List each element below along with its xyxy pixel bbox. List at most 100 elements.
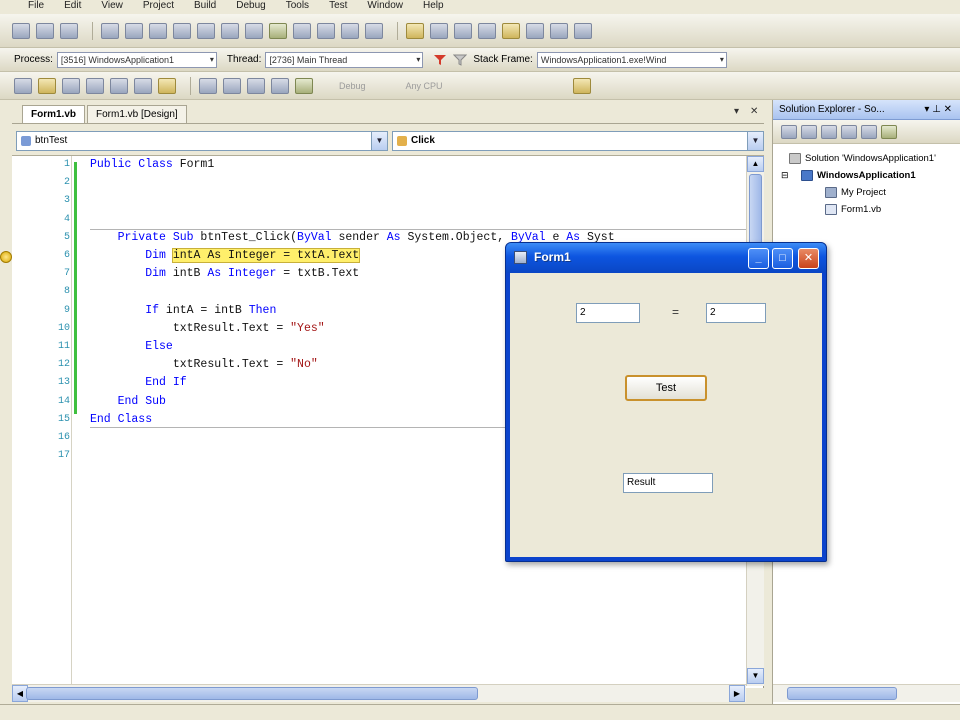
size-icon[interactable] [341, 22, 359, 39]
start-debugging-icon[interactable] [295, 77, 313, 94]
nav-forward-icon[interactable] [271, 77, 289, 94]
indent-icon[interactable] [101, 22, 119, 39]
tree-item-project[interactable]: ⊟ WindowsApplication1 [773, 167, 960, 184]
editor-horizontal-scrollbar[interactable]: ◀ ▶ [12, 684, 746, 702]
code-line[interactable]: 1 Public Class Form1 [12, 156, 752, 174]
process-dropdown[interactable]: [3516] WindowsApplication1 ▾ [56, 51, 217, 68]
menu-file[interactable]: File [18, 0, 54, 14]
step-icon[interactable] [60, 22, 78, 39]
paste-icon[interactable] [158, 77, 176, 94]
code-token: txtResult.Text = [90, 321, 291, 335]
step-over-icon[interactable] [454, 22, 472, 39]
undo-icon[interactable] [199, 77, 217, 94]
thread-dropdown[interactable]: [2736] Main Thread ▾ [265, 51, 424, 68]
save-all-icon[interactable] [86, 77, 104, 94]
bookmark-icon[interactable] [197, 22, 215, 39]
view-code-icon[interactable] [841, 124, 857, 139]
properties-icon[interactable] [781, 124, 797, 139]
tab-list-icon[interactable]: ▾ [734, 106, 739, 117]
tree-item-label: Solution 'WindowsApplication1' [805, 153, 936, 164]
result-field[interactable]: Result [623, 473, 713, 493]
pin-icon[interactable]: ▾ ⊥ ✕ [924, 100, 952, 119]
solution-config-dropdown[interactable]: Debug [339, 81, 366, 91]
redo-icon[interactable] [223, 77, 241, 94]
step-into-icon[interactable] [430, 22, 448, 39]
comment-icon[interactable] [149, 22, 167, 39]
tab-form1-vb[interactable]: Form1.vb [22, 105, 86, 123]
order-icon[interactable] [365, 22, 383, 39]
class-diagram-icon[interactable] [881, 124, 897, 139]
tree-item-solution[interactable]: Solution 'WindowsApplication1' [773, 150, 960, 167]
minimize-icon[interactable]: _ [748, 248, 769, 269]
keyword-token: End Sub [90, 394, 166, 408]
scroll-up-icon[interactable]: ▲ [747, 156, 764, 172]
form1-title-bar[interactable]: Form1 _ □ ✕ [506, 243, 826, 273]
member-navigation-bar: btnTest ▼ Click ▼ [12, 126, 764, 156]
continue-icon[interactable] [406, 22, 424, 39]
refresh-icon[interactable] [821, 124, 837, 139]
filter-icon[interactable] [433, 54, 447, 66]
step-out-icon[interactable] [478, 22, 496, 39]
scroll-right-icon[interactable]: ▶ [729, 685, 745, 702]
txtB-input[interactable]: 2 [706, 303, 766, 323]
test-button[interactable]: Test [625, 375, 707, 401]
menu-project[interactable]: Project [133, 0, 184, 14]
current-statement-highlight: intA As Integer = txtA.Text [171, 248, 361, 263]
solution-explorer-scrollbar[interactable] [773, 684, 960, 702]
view-designer-icon[interactable] [861, 124, 877, 139]
panel-title: Solution Explorer - So... [779, 104, 885, 115]
outdent-icon[interactable] [125, 22, 143, 39]
save-icon[interactable] [62, 77, 80, 94]
copy-icon[interactable] [134, 77, 152, 94]
line-number: 14 [57, 395, 70, 407]
menu-view[interactable]: View [91, 0, 133, 14]
code-line[interactable]: 2 [12, 174, 752, 192]
menu-test[interactable]: Test [319, 0, 357, 14]
hex-icon[interactable] [526, 22, 544, 39]
menu-debug[interactable]: Debug [226, 0, 275, 14]
uncomment-icon[interactable] [173, 22, 191, 39]
menu-help[interactable]: Help [413, 0, 454, 14]
menu-edit[interactable]: Edit [54, 0, 91, 14]
nav-back-icon[interactable] [247, 77, 265, 94]
align-icon[interactable] [317, 22, 335, 39]
new-project-icon[interactable] [12, 22, 30, 39]
scroll-thumb[interactable] [787, 687, 897, 700]
prev-bookmark-icon[interactable] [221, 22, 239, 39]
tree-item-my-project[interactable]: My Project [773, 184, 960, 201]
show-all-files-icon[interactable] [801, 124, 817, 139]
format-icon[interactable] [269, 22, 287, 39]
indicator-margin[interactable] [0, 156, 12, 688]
tab-form1-design[interactable]: Form1.vb [Design] [87, 105, 187, 123]
menu-window[interactable]: Window [357, 0, 413, 14]
stack-frame-dropdown[interactable]: WindowsApplication1.exe!Wind ▾ [536, 51, 727, 68]
tree-item-label: WindowsApplication1 [817, 170, 916, 181]
layout-icon[interactable] [293, 22, 311, 39]
cut-icon[interactable] [110, 77, 128, 94]
code-line[interactable]: 4 [12, 211, 752, 229]
method-name-dropdown[interactable]: Click ▼ [392, 131, 764, 151]
find-in-files-icon[interactable] [572, 77, 591, 94]
open-icon[interactable] [38, 77, 56, 94]
windows-icon[interactable] [574, 22, 592, 39]
code-line[interactable]: 3 [12, 192, 752, 210]
breakpoints-icon[interactable] [502, 22, 520, 39]
scroll-thumb[interactable] [26, 687, 478, 700]
scroll-down-icon[interactable]: ▼ [747, 668, 764, 684]
close-icon[interactable]: ✕ [798, 248, 819, 269]
watch-icon[interactable] [550, 22, 568, 39]
txtA-input[interactable]: 2 [576, 303, 640, 323]
maximize-icon[interactable]: □ [772, 248, 793, 269]
close-icon[interactable]: ✕ [750, 106, 758, 117]
menu-tools[interactable]: Tools [276, 0, 319, 14]
menu-build[interactable]: Build [184, 0, 226, 14]
class-name-dropdown[interactable]: btnTest ▼ [16, 131, 388, 151]
collapse-icon[interactable]: ⊟ [781, 167, 789, 184]
solution-platform-dropdown[interactable]: Any CPU [406, 81, 443, 91]
tree-item-form1[interactable]: Form1.vb [773, 201, 960, 218]
new-item-icon[interactable] [14, 77, 32, 94]
find-icon[interactable] [36, 22, 54, 39]
string-token: "No" [290, 358, 318, 372]
next-bookmark-icon[interactable] [245, 22, 263, 39]
toggle-filter-icon[interactable] [453, 54, 468, 66]
